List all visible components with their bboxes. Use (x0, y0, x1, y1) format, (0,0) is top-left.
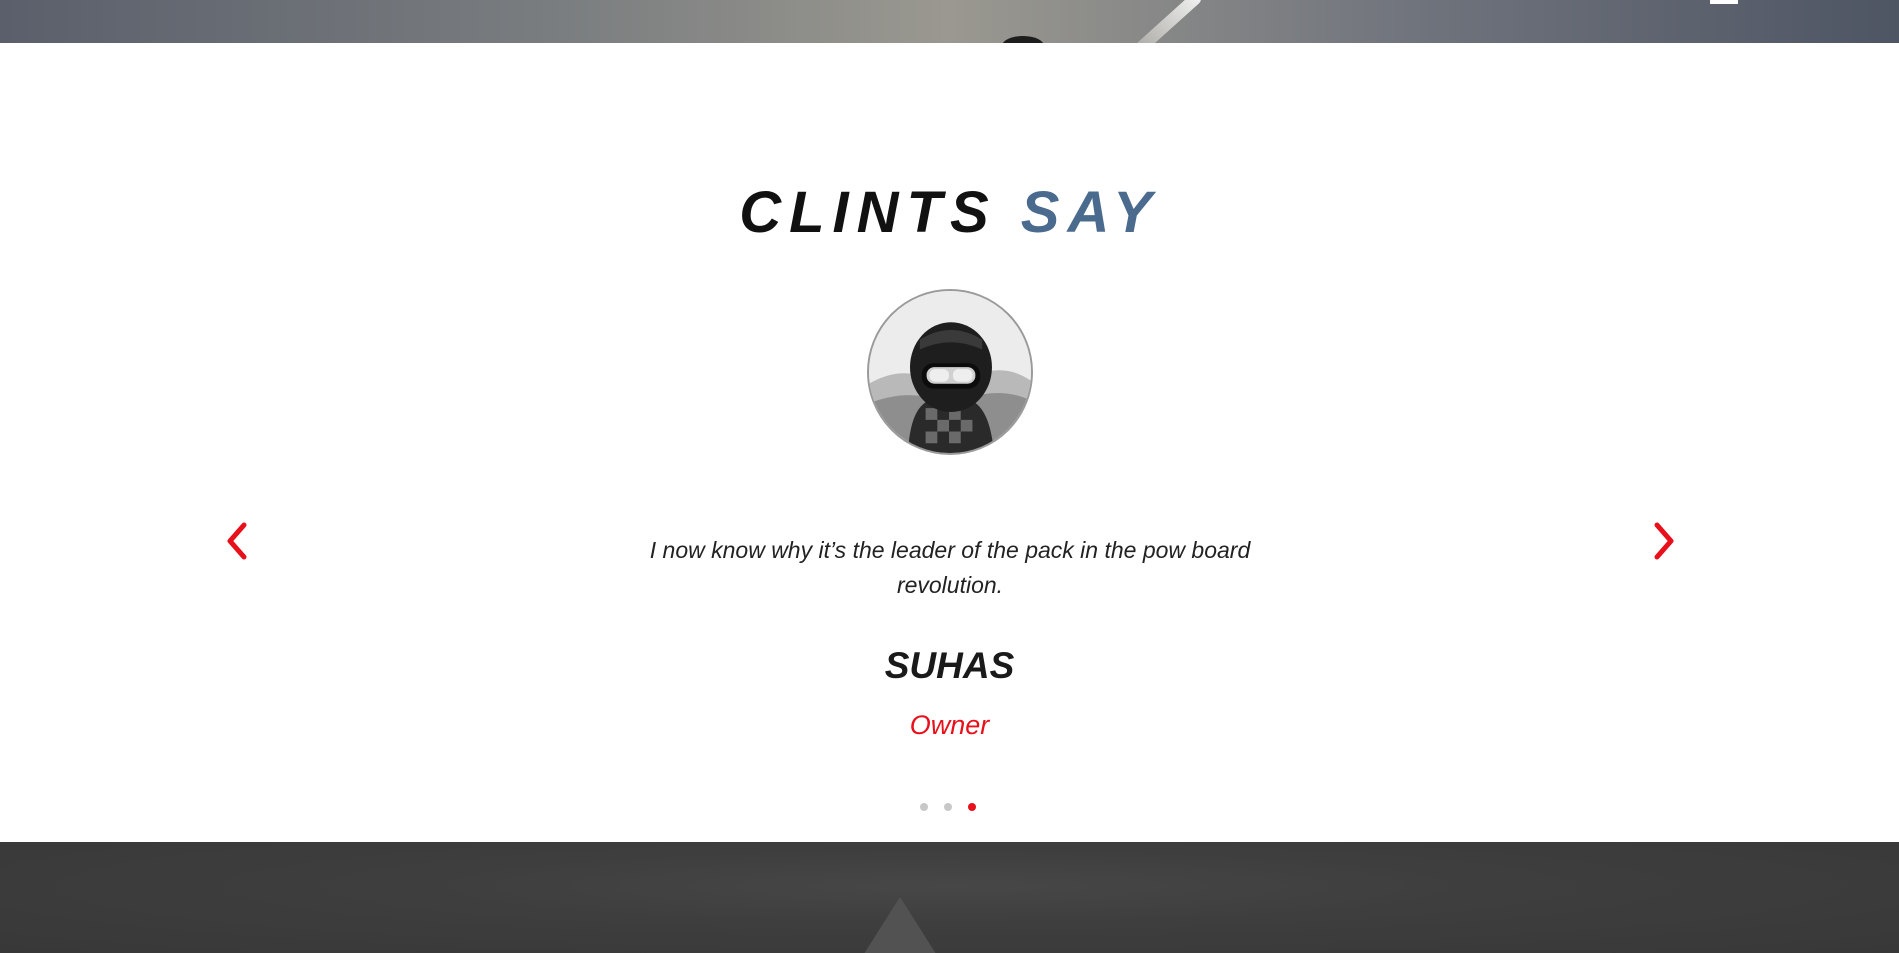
hamburger-menu-icon[interactable] (1710, 0, 1738, 4)
hero-banner-bottom-strip (0, 0, 1899, 43)
testimonial-avatar (867, 289, 1033, 455)
testimonial-author-name: SUHAS (884, 645, 1015, 686)
carousel-dot-2[interactable] (944, 803, 952, 811)
carousel-pagination (920, 803, 976, 813)
testimonial-author-role: Owner (909, 710, 990, 740)
banner-figure-silhouette (1002, 36, 1044, 43)
next-section-band (0, 842, 1899, 953)
title-accent: SAY (1020, 180, 1160, 245)
testimonial-quote: I now know why it’s the leader of the pa… (649, 537, 1251, 598)
banner-light-streak (1128, 0, 1204, 43)
title-main: CLINTS (739, 180, 997, 245)
carousel-dot-3[interactable] (968, 803, 976, 811)
chevron-right-icon (1654, 522, 1674, 560)
chevron-left-icon (227, 522, 247, 560)
next-testimonial-button[interactable] (1649, 521, 1679, 561)
carousel-dot-1[interactable] (920, 803, 928, 811)
triangle-decoration-icon (862, 897, 938, 953)
testimonials-title: CLINTS SAY (0, 179, 1899, 246)
person-with-goggles-avatar (869, 291, 1031, 453)
prev-testimonial-button[interactable] (222, 521, 252, 561)
